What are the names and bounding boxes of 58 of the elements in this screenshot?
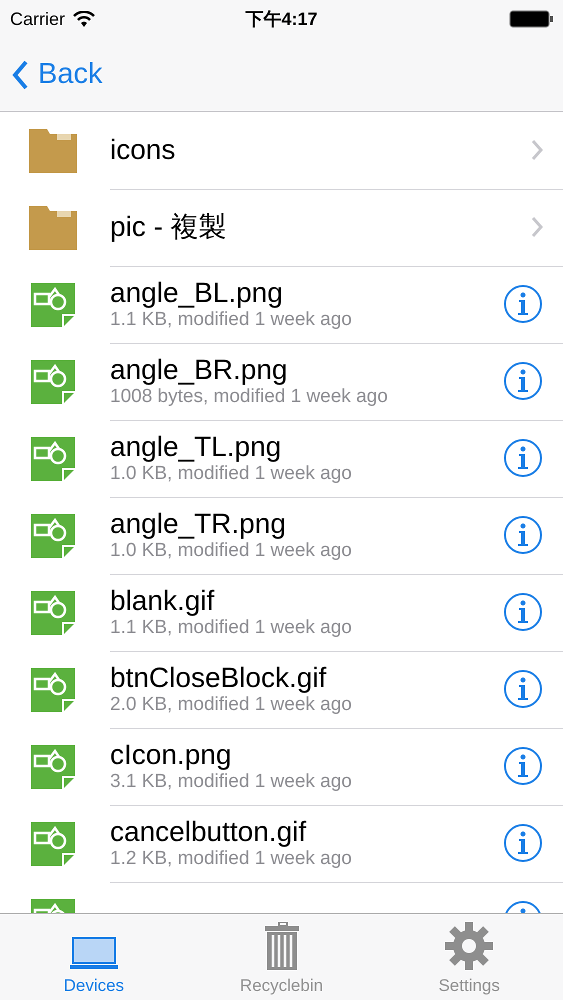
file-details: 1.1 KB, modified 1 week ago <box>110 617 353 639</box>
file-name: cIcon.png <box>110 739 232 771</box>
file-list-row[interactable]: pic - 複製 <box>0 189 563 266</box>
file-details: 3.1 KB, modified 1 week ago <box>110 771 353 793</box>
carrier-name: Carrier <box>10 8 66 30</box>
image-file-icon <box>31 744 75 788</box>
wifi-icon <box>73 11 96 27</box>
back-button[interactable]: Back <box>12 58 102 91</box>
info-button[interactable] <box>503 746 543 786</box>
image-file-icon <box>31 822 75 866</box>
file-list-row[interactable]: cIcon.png 3.1 KB, modified 1 week ago <box>0 728 563 805</box>
chevron-icon <box>531 139 543 161</box>
image-file-icon <box>31 668 75 712</box>
image-file-icon <box>31 360 75 404</box>
file-list-row[interactable]: icons <box>0 112 563 189</box>
image-file-icon <box>31 514 75 558</box>
image-file-icon <box>31 436 75 480</box>
file-list-row[interactable]: angle_BL.png 1.1 KB, modified 1 week ago <box>0 266 563 343</box>
image-file-icon <box>31 590 75 634</box>
info-button[interactable] <box>503 284 543 324</box>
info-button[interactable] <box>503 361 543 401</box>
file-list-row[interactable]: blank.gif 1.1 KB, modified 1 week ago <box>0 574 563 651</box>
file-details: 1.0 KB, modified 1 week ago <box>110 540 353 562</box>
info-button[interactable] <box>503 515 543 555</box>
file-list-row[interactable]: btnCloseBlock.gif 2.0 KB, modified 1 week ago <box>0 651 563 728</box>
file-name: blank.gif <box>110 585 216 617</box>
chevron-icon <box>531 216 543 238</box>
file-list-row[interactable]: angle_TR.png 1.0 KB, modified 1 week ago <box>0 497 563 574</box>
file-name: angle_BR.png <box>110 354 288 386</box>
file-name: angle_TL.png <box>110 431 282 463</box>
image-file-icon <box>31 282 75 326</box>
tab-bar-item[interactable]: Devices <box>0 914 188 1000</box>
clock-time: 下午4:17 <box>245 9 318 29</box>
trash-icon <box>264 922 298 970</box>
file-name: angle_TR.png <box>110 508 287 540</box>
info-button[interactable] <box>503 823 543 863</box>
file-name: btnCloseBlock.gif <box>110 662 328 694</box>
file-name: icons <box>110 134 176 166</box>
folder-icon <box>29 206 77 250</box>
file-details: 1008 bytes, modified 1 week ago <box>110 386 389 408</box>
file-details: 1.2 KB, modified 1 week ago <box>110 848 353 870</box>
file-list-row[interactable]: angle_TL.png 1.0 KB, modified 1 week ago <box>0 420 563 497</box>
file-name: pic - 複製 <box>110 211 228 243</box>
folder-icon <box>29 128 77 172</box>
info-button[interactable] <box>503 592 543 632</box>
file-list-row[interactable]: angle_BR.png 1008 bytes, modified 1 week ago <box>0 343 563 420</box>
info-button[interactable] <box>503 669 543 709</box>
file-list-row[interactable]: cancelbutton.gif 1.2 KB, modified 1 week ago <box>0 805 563 882</box>
file-details: 1.0 KB, modified 1 week ago <box>110 463 353 485</box>
laptop-icon <box>70 936 118 970</box>
info-button[interactable] <box>503 438 543 478</box>
file-name: cancelbutton.gif <box>110 816 308 848</box>
file-details: 1.1 KB, modified 1 week ago <box>110 309 353 331</box>
settings-icon <box>445 922 494 970</box>
battery-icon <box>509 10 553 28</box>
file-details: 2.0 KB, modified 1 week ago <box>110 694 353 716</box>
back-chevron-icon <box>12 60 28 90</box>
file-name: angle_BL.png <box>110 277 284 309</box>
